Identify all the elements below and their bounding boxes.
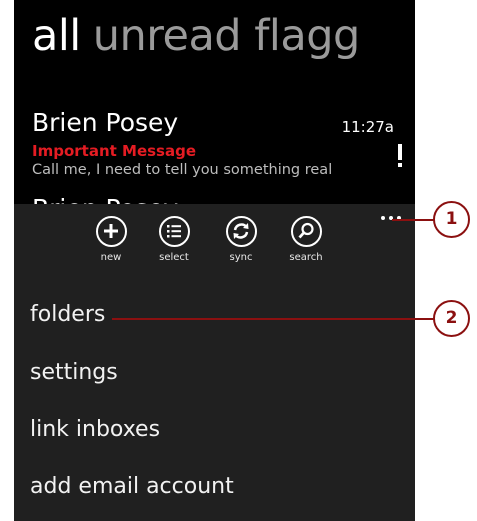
plus-icon [95, 216, 127, 247]
search-button[interactable]: search [278, 216, 334, 263]
more-options-ellipsis-icon[interactable] [380, 211, 402, 225]
sync-button[interactable]: sync [213, 216, 269, 263]
sync-icon [225, 216, 257, 247]
callout-2-badge: 2 [433, 300, 470, 337]
message-subject: Important Message [32, 142, 197, 160]
pivot-tab-others[interactable]: unread flagg [93, 11, 361, 61]
message-time: 11:27a [341, 118, 394, 136]
message-preview: Call me, I need to tell you something re… [32, 162, 333, 178]
select-label: select [159, 252, 189, 263]
search-label: search [289, 252, 323, 263]
message-sender: Brien Posey [32, 108, 179, 137]
pivot-header: all unread flagg [32, 6, 360, 66]
menu-item-add-email-account[interactable]: add email account [30, 474, 234, 499]
select-button[interactable]: select [146, 216, 202, 263]
sync-label: sync [229, 252, 253, 263]
search-icon [290, 216, 322, 247]
menu-item-settings[interactable]: settings [30, 360, 118, 385]
new-button[interactable]: new [83, 216, 139, 263]
high-importance-icon [397, 144, 403, 168]
callout-2-leader-line [112, 318, 434, 320]
phone-screen: all unread flagg Brien Posey 11:27a Impor… [14, 0, 415, 521]
select-list-icon [158, 216, 190, 247]
pivot-tab-all[interactable]: all [32, 11, 81, 61]
menu-item-link-inboxes[interactable]: link inboxes [30, 417, 160, 442]
callout-1-leader-line [392, 219, 434, 221]
callout-1-badge: 1 [433, 201, 470, 238]
new-label: new [100, 252, 122, 263]
menu-item-folders[interactable]: folders [30, 302, 105, 327]
